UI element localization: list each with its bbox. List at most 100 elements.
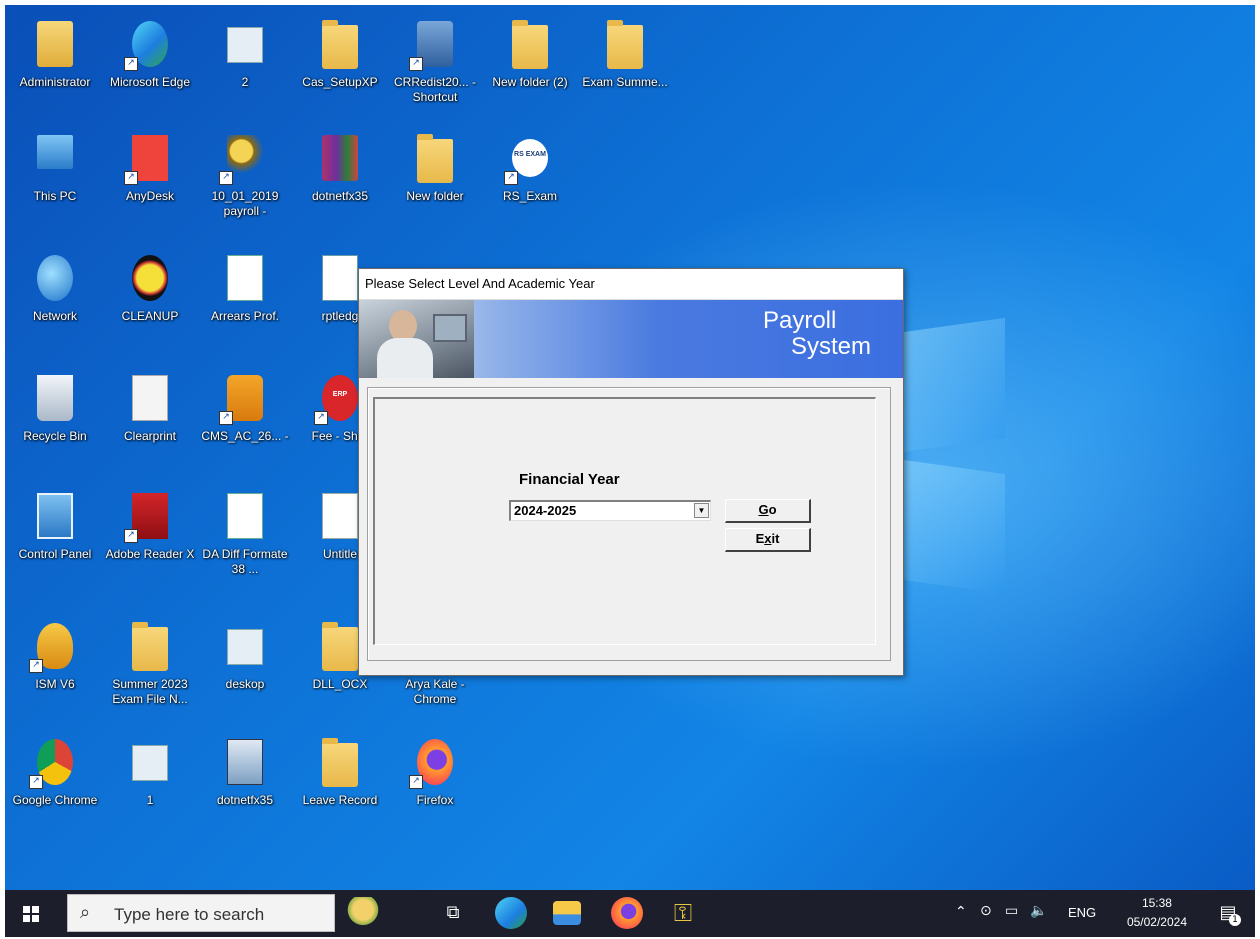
desktop-icon-microsoft-edge[interactable]: ↗ Microsoft Edge	[100, 19, 200, 90]
desktop-icon-label: Exam Summe...	[582, 75, 668, 89]
exit-button[interactable]: Exit	[725, 528, 811, 552]
folder-icon-shape	[607, 20, 643, 69]
desktop-icon-summer-2023-exam-file-n[interactable]: Summer 2023 Exam File N...	[100, 621, 200, 707]
desktop-icon-label: Arya Kale - Chrome	[405, 677, 465, 706]
shortcut-arrow-icon: ↗	[29, 659, 43, 673]
image-thumbnail-icon	[219, 19, 271, 71]
edge-icon[interactable]	[495, 897, 527, 929]
desktop-icon-administrator[interactable]: Administrator	[5, 19, 105, 90]
excel-file-icon	[219, 253, 271, 305]
desktop-icon-crredist20-shortcut[interactable]: ↗ CRRedist20... - Shortcut	[385, 19, 485, 105]
folder-icon	[504, 19, 556, 71]
desktop-icon-leave-record[interactable]: Leave Record	[290, 737, 390, 808]
volume-icon[interactable]: 🔈	[1030, 903, 1047, 919]
image-thumbnail-icon-shape	[227, 27, 263, 63]
desktop-icon-label: New folder	[406, 189, 464, 203]
control-panel-icon	[29, 491, 81, 543]
go-mnemonic: G	[758, 502, 769, 517]
notification-count: 1	[1229, 914, 1241, 926]
cleanup-icon-shape	[132, 255, 168, 301]
desktop-icon-arrears-prof[interactable]: Arrears Prof.	[195, 253, 295, 324]
installer-icon: ↗	[409, 19, 461, 71]
desktop-icon-label: Recycle Bin	[23, 429, 87, 443]
desktop-icon-new-folder[interactable]: New folder	[385, 133, 485, 204]
firefox-icon: ↗	[409, 737, 461, 789]
banner-title-line1: Payroll	[762, 307, 837, 334]
desktop-icon-network[interactable]: Network	[5, 253, 105, 324]
shortcut-arrow-icon: ↗	[219, 411, 233, 425]
desktop-icon-recycle-bin[interactable]: Recycle Bin	[5, 373, 105, 444]
cleanup-icon	[124, 253, 176, 305]
adobe-reader-icon: ↗	[124, 491, 176, 543]
desktop-icon-adobe-reader-x[interactable]: ↗ Adobe Reader X	[100, 491, 200, 562]
desktop-icon-label: Microsoft Edge	[109, 75, 191, 89]
setup-icon-shape	[227, 739, 263, 785]
desktop-icon-label: Control Panel	[18, 547, 92, 561]
payroll-dialog: Please Select Level And Academic Year Pa…	[358, 268, 904, 676]
desktop-icon-dotnetfx35[interactable]: dotnetfx35	[290, 133, 390, 204]
desktop-icon-label: RS_Exam	[502, 189, 558, 203]
desktop-icon-label: DA Diff Formate 38 ...	[202, 547, 288, 576]
payroll-banner: Payroll System	[359, 300, 903, 378]
desktop-icon-label: dotnetfx35	[311, 189, 369, 203]
desktop-icon-label: CMS_AC_26... -	[201, 429, 289, 443]
task-view-icon[interactable]: ⧉	[437, 897, 469, 929]
go-button[interactable]: Go	[725, 499, 811, 523]
cup-icon[interactable]	[347, 897, 379, 929]
desktop-icon-control-panel[interactable]: Control Panel	[5, 491, 105, 562]
clock-time: 15:38	[1141, 896, 1172, 910]
desktop-icon-da-diff-formate-38[interactable]: DA Diff Formate 38 ...	[195, 491, 295, 577]
folder-icon	[314, 19, 366, 71]
recycle-bin-icon-shape	[37, 375, 73, 421]
desktop-icon-ism-v6[interactable]: ↗ ISM V6	[5, 621, 105, 692]
network-tray-icon[interactable]: ▭	[1005, 903, 1018, 919]
keys-icon[interactable]: ⚿	[667, 897, 699, 929]
clock-date: 05/02/2024	[1126, 915, 1187, 929]
banner-title-line2: System	[790, 333, 871, 360]
desktop-icon-anydesk[interactable]: ↗ AnyDesk	[100, 133, 200, 204]
desktop-icon-cms-ac-26[interactable]: ↗ CMS_AC_26... -	[195, 373, 295, 444]
desktop-icon-label: CRRedist20... - Shortcut	[393, 75, 477, 104]
desktop-icon-label: 2	[241, 75, 249, 89]
image-thumbnail-icon-shape	[132, 745, 168, 781]
desktop-icon-label: ISM V6	[35, 677, 75, 691]
desktop-icon-exam-summe[interactable]: Exam Summe...	[575, 19, 675, 90]
file-explorer-icon[interactable]	[553, 901, 581, 925]
desktop-icon-this-pc[interactable]: This PC	[5, 133, 105, 204]
meet-now-icon[interactable]: ⊙	[980, 903, 992, 919]
desktop-icon-10-01-2019-payroll[interactable]: ↗ 10_01_2019 payroll -	[195, 133, 295, 219]
desktop-icon-dotnetfx35[interactable]: dotnetfx35	[195, 737, 295, 808]
financial-year-select[interactable]: 2024-2025 ▼	[509, 500, 711, 521]
user-folder-icon-shape	[37, 21, 73, 67]
exit-label-rest: it	[771, 531, 780, 546]
desktop-icon-1[interactable]: 1	[100, 737, 200, 808]
dropdown-arrow-icon[interactable]: ▼	[694, 503, 709, 518]
input-language[interactable]: ENG	[1068, 905, 1096, 920]
notification-icon[interactable]: ▤ 1	[1217, 902, 1241, 926]
taskbar-search-box[interactable]: ⌕ Type here to search	[67, 894, 335, 932]
desktop-icon-rs-exam[interactable]: RS EXAM ↗ RS_Exam	[480, 133, 580, 204]
desktop-icon-label: Firefox	[416, 793, 454, 807]
desktop-icon-cleanup[interactable]: CLEANUP	[100, 253, 200, 324]
desktop-icon-google-chrome[interactable]: ↗ Google Chrome	[5, 737, 105, 808]
desktop-icon-deskop[interactable]: deskop	[195, 621, 295, 692]
search-placeholder: Type here to search	[114, 905, 265, 924]
desktop-icon-cas-setupxp[interactable]: Cas_SetupXP	[290, 19, 390, 90]
tray-overflow-icon[interactable]: ⌃	[955, 904, 967, 920]
firefox-icon[interactable]	[611, 897, 643, 929]
desktop-icon-label: CLEANUP	[121, 309, 179, 323]
ism-icon: ↗	[29, 621, 81, 673]
folder-icon-shape	[132, 622, 168, 671]
desktop-icon-new-folder-2[interactable]: New folder (2)	[480, 19, 580, 90]
desktop-icon-label: Google Chrome	[12, 793, 98, 807]
desktop-icon-2[interactable]: 2	[195, 19, 295, 90]
banner-title: Payroll System	[763, 308, 871, 360]
desktop-icon-clearprint[interactable]: Clearprint	[100, 373, 200, 444]
recycle-bin-icon	[29, 373, 81, 425]
start-button[interactable]	[5, 890, 57, 937]
banner-photo	[359, 300, 474, 378]
clock[interactable]: 15:38 05/02/2024	[1127, 894, 1187, 932]
desktop-icon-firefox[interactable]: ↗ Firefox	[385, 737, 485, 808]
folder-icon	[314, 737, 366, 789]
desktop-icon-label: Adobe Reader X	[105, 547, 195, 561]
